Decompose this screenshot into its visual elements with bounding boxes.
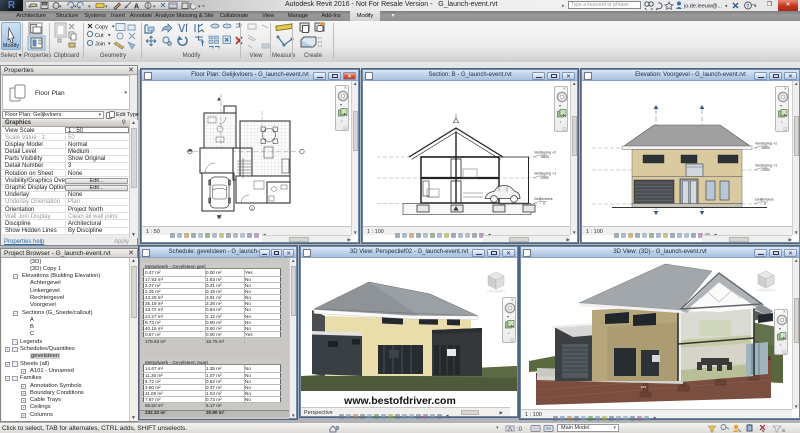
svg-text:5800: 5800 [762, 146, 770, 150]
svg-text:▾: ▾ [105, 4, 108, 10]
svg-text:▾: ▾ [59, 4, 62, 10]
svg-text:▾: ▾ [108, 41, 111, 47]
svg-text:Gelijkvloers: Gelijkvloers [755, 198, 774, 202]
svg-text:Cut: Cut [95, 33, 104, 39]
svg-text:a: a [782, 428, 785, 433]
svg-text:A: A [134, 4, 139, 11]
svg-text:▾: ▾ [153, 4, 156, 10]
svg-text::0: :0 [517, 427, 523, 433]
svg-text:▾: ▾ [88, 4, 91, 10]
svg-text:▾ =: ▾ = [198, 4, 205, 10]
svg-text:▾: ▾ [112, 24, 115, 30]
svg-text:Verdieping +1: Verdieping +1 [755, 164, 777, 168]
svg-text:▾: ▾ [108, 33, 111, 39]
svg-text:Verdieping +1: Verdieping +1 [534, 172, 556, 176]
svg-text:Join: Join [95, 42, 105, 48]
svg-text:www.bestofdriver.com: www.bestofdriver.com [343, 395, 456, 407]
svg-text:0: 0 [543, 202, 545, 206]
svg-text:▾: ▾ [725, 4, 728, 10]
svg-text:2900: 2900 [541, 176, 549, 180]
svg-text:Verdieping +2: Verdieping +2 [534, 151, 556, 155]
svg-text:Verdieping +2: Verdieping +2 [755, 142, 777, 146]
svg-text:Gelijkvloers: Gelijkvloers [534, 197, 553, 201]
svg-text:Modify: Modify [3, 43, 19, 49]
svg-text:849: 849 [641, 385, 646, 389]
svg-text:0: 0 [764, 202, 766, 206]
svg-text:Copy: Copy [95, 25, 108, 31]
svg-text:▾: ▾ [74, 4, 77, 10]
svg-text:2900: 2900 [762, 168, 770, 172]
svg-text:jo.de.leeuw@...: jo.de.leeuw@... [683, 4, 722, 10]
svg-text:5800: 5800 [541, 155, 549, 159]
